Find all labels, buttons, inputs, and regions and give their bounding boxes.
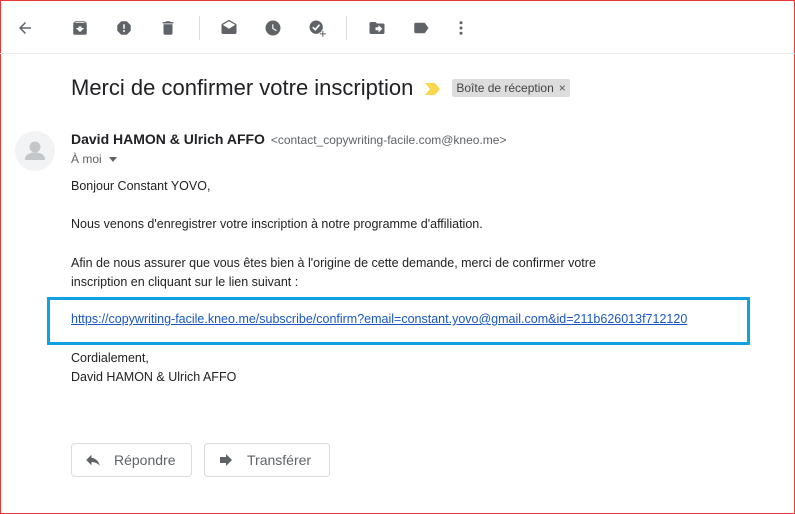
sender-name[interactable]: David HAMON & Ulrich AFFO [71,131,265,147]
recipient-label: À moi [71,152,102,166]
label-icon[interactable] [410,17,432,39]
avatar [15,131,55,171]
more-vert-icon[interactable] [450,17,472,39]
report-spam-icon[interactable] [113,17,135,39]
archive-icon[interactable] [69,17,91,39]
toolbar [0,0,795,54]
paragraph-1: Nous venons d'enregistrer votre inscript… [71,217,483,231]
paragraph-2-line-1: Afin de nous assurer que vous êtes bien … [71,256,596,270]
arrow-back-icon[interactable] [14,17,36,39]
confirmation-link[interactable]: https://copywriting-facile.kneo.me/subsc… [71,312,687,326]
snooze-icon[interactable] [262,17,284,39]
delete-icon[interactable] [157,17,179,39]
move-to-icon[interactable] [366,17,388,39]
forward-icon [217,450,237,470]
toolbar-separator [199,16,200,40]
reply-icon [84,450,104,470]
reply-label: Répondre [114,452,176,468]
recipient-dropdown[interactable]: À moi [71,152,117,166]
email-subject: Merci de confirmer votre inscription [71,75,414,100]
reply-button[interactable]: Répondre [71,443,192,477]
mark-unread-icon[interactable] [218,17,240,39]
forward-button[interactable]: Transférer [204,443,330,477]
subject-row: Merci de confirmer votre inscription Boî… [71,74,570,102]
paragraph-2-line-2: inscription en cliquant sur le lien suiv… [71,275,299,289]
importance-marker-icon[interactable] [425,82,441,95]
inbox-label-text: Boîte de réception [456,81,554,95]
closing-text: Cordialement, [71,351,149,365]
inbox-label-chip: Boîte de réception × [452,79,570,97]
add-to-tasks-icon[interactable] [306,17,328,39]
sender-line: David HAMON & Ulrich AFFO <contact_copyw… [71,131,506,147]
toolbar-separator [346,16,347,40]
signature-text: David HAMON & Ulrich AFFO [71,370,237,384]
sender-address: <contact_copywriting-facile.com@kneo.me> [270,133,507,147]
remove-label-icon[interactable]: × [559,81,566,95]
chevron-down-icon [108,156,117,162]
greeting-text: Bonjour Constant YOVO, [71,179,211,193]
forward-label: Transférer [247,452,312,468]
